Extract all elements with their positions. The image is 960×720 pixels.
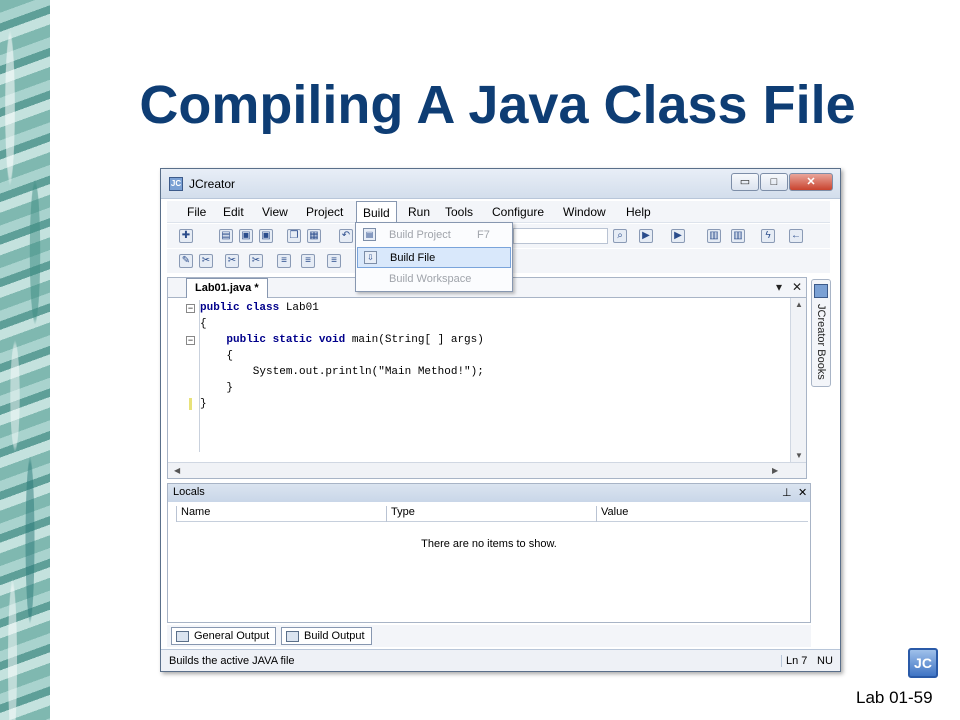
locals-title: Locals bbox=[168, 484, 810, 502]
scroll-right-icon[interactable]: ▶ bbox=[772, 466, 778, 475]
maximize-button[interactable]: □ bbox=[760, 173, 788, 191]
scroll-left-icon[interactable]: ◀ bbox=[174, 466, 180, 475]
column-value[interactable]: Value bbox=[596, 506, 808, 522]
code-line: { bbox=[200, 318, 207, 330]
back-arrow-icon[interactable]: ← bbox=[789, 229, 803, 243]
menu-file[interactable]: File bbox=[187, 205, 206, 219]
copy-icon[interactable]: ❐ bbox=[287, 229, 301, 243]
menu-item-label: Build File bbox=[390, 252, 436, 264]
find-icon[interactable]: ⌕ bbox=[613, 229, 627, 243]
code-line: } bbox=[200, 382, 234, 394]
build-project-item[interactable]: ▤ Build Project F7 bbox=[357, 225, 511, 246]
editor-gutter: − − bbox=[184, 300, 200, 452]
build-workspace-item[interactable]: Build Workspace bbox=[357, 269, 511, 290]
side-tab-label: JCreator Books bbox=[815, 304, 827, 380]
build-file-icon: ⇩ bbox=[364, 251, 377, 264]
menu-item-shortcut: F7 bbox=[477, 229, 490, 241]
change-marker bbox=[189, 398, 192, 410]
window-titlebar[interactable]: JC JCreator ▭ □ ✕ bbox=[161, 169, 840, 199]
scroll-down-icon[interactable]: ▼ bbox=[795, 451, 803, 460]
column-type[interactable]: Type bbox=[386, 506, 596, 522]
status-mode: NU bbox=[817, 655, 833, 667]
horizontal-scrollbar[interactable]: ◀ ▶ bbox=[168, 462, 806, 478]
menu-item-label: Build Workspace bbox=[389, 273, 472, 285]
tab-lab01-java[interactable]: Lab01.java * bbox=[186, 278, 268, 298]
status-line: Ln 7 bbox=[781, 655, 807, 667]
empty-message: There are no items to show. bbox=[421, 538, 557, 550]
code-line: } bbox=[200, 398, 207, 410]
window-title: JCreator bbox=[189, 177, 236, 191]
menu-window[interactable]: Window bbox=[563, 205, 606, 219]
jcreator-books-tab[interactable]: JCreator Books bbox=[811, 279, 831, 387]
tab-label: General Output bbox=[194, 630, 270, 642]
build-menu-dropdown: ▤ Build Project F7 ⇩ Build File Build Wo… bbox=[355, 222, 513, 292]
lightning-icon[interactable]: ϟ bbox=[761, 229, 775, 243]
build-project-icon: ▤ bbox=[363, 228, 376, 241]
vertical-scrollbar[interactable]: ▲ ▼ bbox=[790, 298, 806, 462]
code-line: public static void main(String[ ] args) bbox=[200, 334, 484, 346]
menu-item-label: Build Project bbox=[389, 229, 451, 241]
build-file-item[interactable]: ⇩ Build File bbox=[357, 247, 511, 268]
output-tabs: General Output Build Output bbox=[167, 625, 811, 647]
locals-pane: Locals ⊥ ✕ Name Type Value There are no … bbox=[167, 483, 811, 623]
source-code[interactable]: public class Lab01 { public static void … bbox=[200, 302, 484, 414]
indent-icon[interactable]: ≡ bbox=[277, 254, 291, 268]
save-all-icon[interactable]: ▣ bbox=[259, 229, 273, 243]
jcreator-app-icon: JC bbox=[169, 177, 183, 191]
jcreator-logo: JC bbox=[908, 648, 938, 678]
menu-project[interactable]: Project bbox=[306, 205, 343, 219]
fold-toggle-icon[interactable]: − bbox=[186, 304, 195, 313]
run-icon[interactable]: ▶ bbox=[639, 229, 653, 243]
slide-number: Lab 01-59 bbox=[856, 688, 933, 707]
statusbar: Builds the active JAVA file Ln 7 NU bbox=[161, 649, 840, 671]
menu-view[interactable]: View bbox=[262, 205, 288, 219]
close-icon[interactable]: ✕ bbox=[798, 486, 807, 499]
scroll-up-icon[interactable]: ▲ bbox=[795, 300, 803, 309]
locals-column-header: Name Type Value bbox=[176, 504, 808, 522]
code-line: public class Lab01 bbox=[200, 302, 319, 314]
books-icon bbox=[814, 284, 828, 298]
code-line: System.out.println("Main Method!"); bbox=[200, 366, 484, 378]
step-icon[interactable]: ▶ bbox=[671, 229, 685, 243]
undo-icon[interactable]: ↶ bbox=[339, 229, 353, 243]
fold-toggle-icon[interactable]: − bbox=[186, 336, 195, 345]
comment-icon[interactable]: ≡ bbox=[327, 254, 341, 268]
minimize-button[interactable]: ▭ bbox=[731, 173, 759, 191]
new-file-icon[interactable]: ✚ bbox=[179, 229, 193, 243]
tab-list-icon[interactable]: ▾ bbox=[776, 280, 782, 294]
save-icon[interactable]: ▣ bbox=[239, 229, 253, 243]
configuration-combo[interactable] bbox=[513, 228, 608, 244]
tool-icon[interactable]: ✂ bbox=[225, 254, 239, 268]
outdent-icon[interactable]: ≡ bbox=[301, 254, 315, 268]
decorative-left-strip bbox=[0, 0, 50, 720]
tool-icon[interactable]: ✂ bbox=[249, 254, 263, 268]
debug-icon[interactable]: ▥ bbox=[707, 229, 721, 243]
build-output-icon bbox=[286, 631, 299, 642]
tab-build-output[interactable]: Build Output bbox=[281, 627, 372, 645]
slide-title: Compiling A Java Class File bbox=[139, 75, 856, 135]
code-line: { bbox=[200, 350, 234, 362]
stop-icon[interactable]: ▥ bbox=[731, 229, 745, 243]
menu-run[interactable]: Run bbox=[408, 205, 430, 219]
pen-icon[interactable]: ✎ bbox=[179, 254, 193, 268]
menu-configure[interactable]: Configure bbox=[492, 205, 544, 219]
paste-icon[interactable]: ▦ bbox=[307, 229, 321, 243]
code-editor: Lab01.java * ▾ ✕ − − public class Lab01 … bbox=[167, 277, 807, 479]
status-message: Builds the active JAVA file bbox=[169, 655, 295, 667]
menu-build[interactable]: Build bbox=[356, 201, 397, 223]
menu-tools[interactable]: Tools bbox=[445, 205, 473, 219]
tab-general-output[interactable]: General Output bbox=[171, 627, 277, 645]
column-name[interactable]: Name bbox=[176, 506, 386, 522]
menubar: File Edit View Project Build Run Tools C… bbox=[167, 201, 830, 223]
menu-edit[interactable]: Edit bbox=[223, 205, 244, 219]
ide-window: JC JCreator ▭ □ ✕ File Edit View Project… bbox=[160, 168, 841, 672]
open-folder-icon[interactable]: ▤ bbox=[219, 229, 233, 243]
output-window-icon bbox=[176, 631, 189, 642]
menu-help[interactable]: Help bbox=[626, 205, 651, 219]
tool-icon[interactable]: ✂ bbox=[199, 254, 213, 268]
pin-icon[interactable]: ⊥ bbox=[782, 486, 792, 499]
tab-label: Build Output bbox=[304, 630, 365, 642]
close-tab-icon[interactable]: ✕ bbox=[792, 280, 802, 294]
close-button[interactable]: ✕ bbox=[789, 173, 833, 191]
